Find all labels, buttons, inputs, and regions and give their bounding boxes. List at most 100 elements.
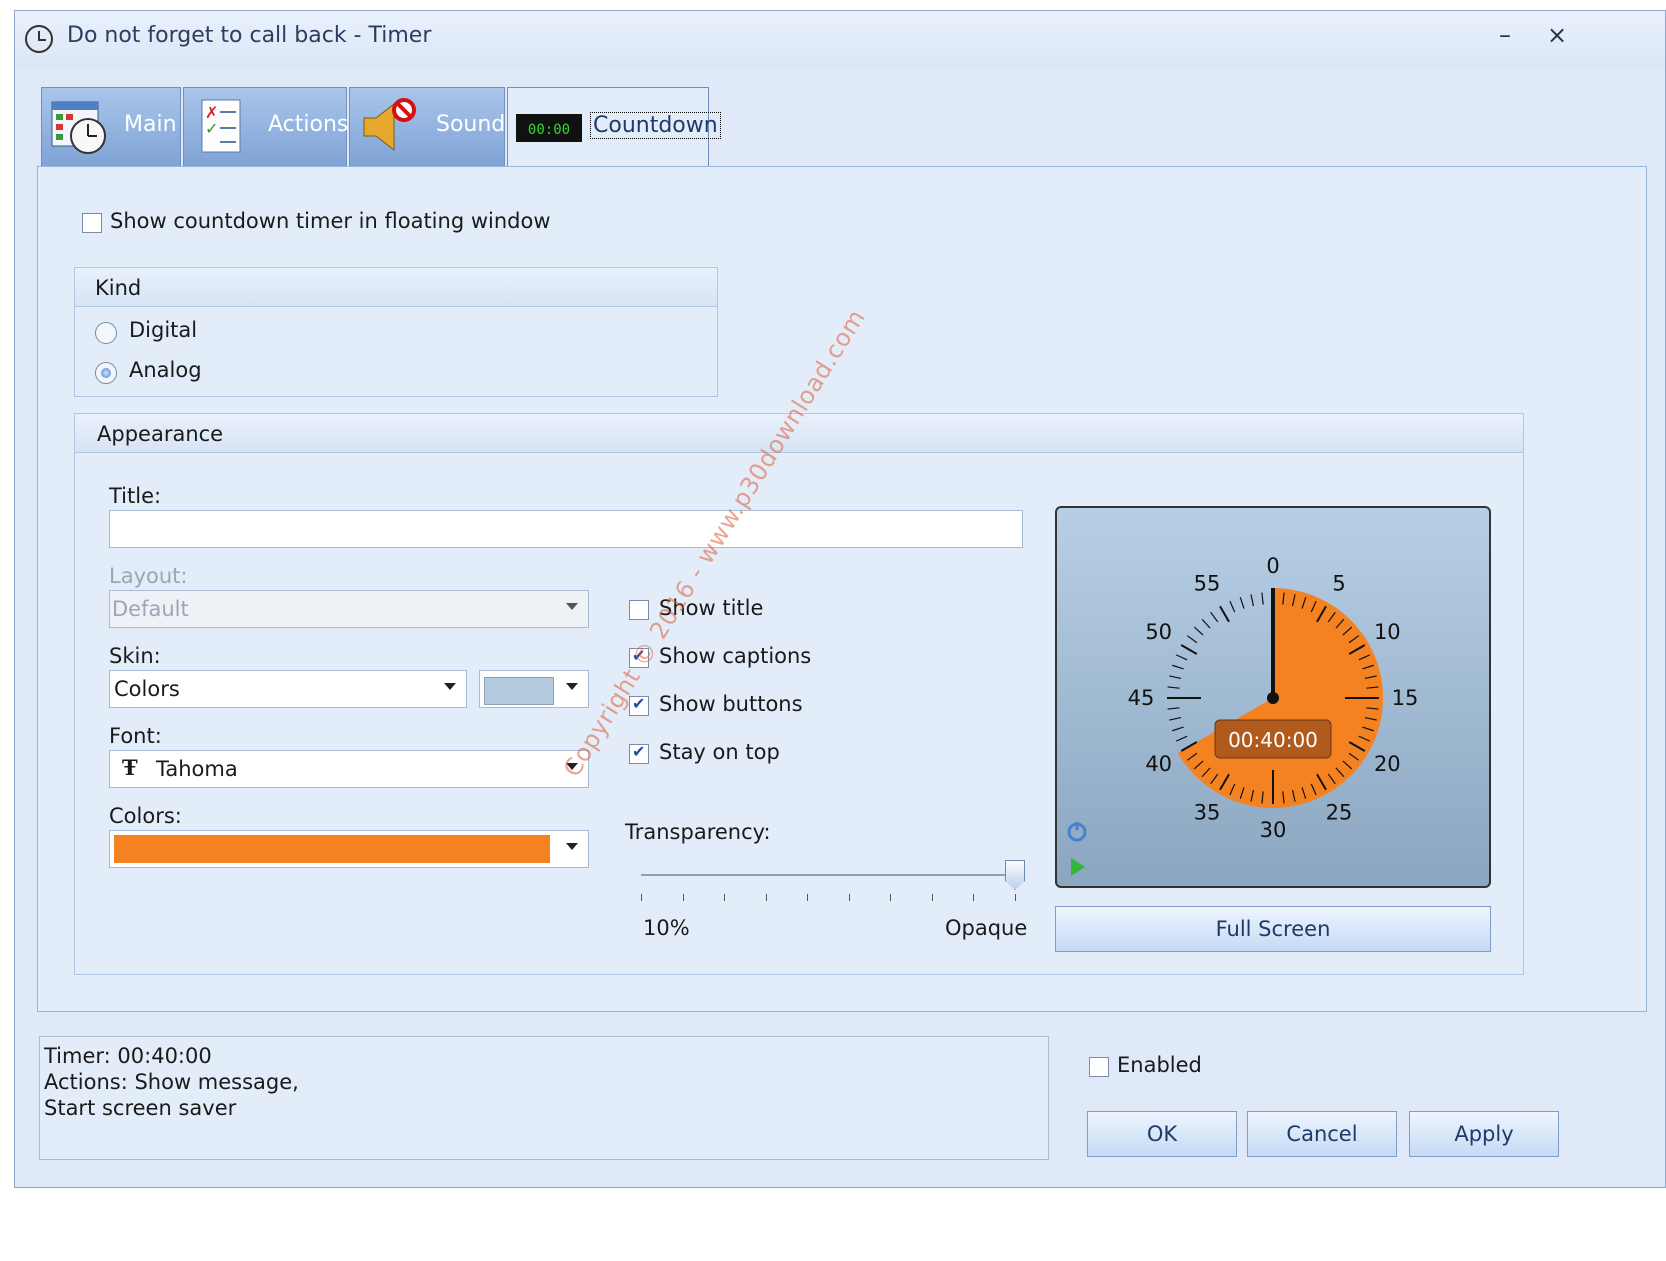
analog-radio[interactable]	[95, 362, 117, 384]
show-buttons-label: Show buttons	[659, 692, 803, 716]
kind-group-title: Kind	[95, 276, 142, 300]
chevron-down-icon	[566, 843, 578, 850]
dial-time-text: 00:40:00	[1228, 728, 1318, 752]
checklist-icon: ✗ ✓	[201, 99, 241, 153]
colors-label: Colors:	[109, 804, 182, 828]
full-screen-button[interactable]: Full Screen	[1055, 906, 1491, 952]
stay-on-top-checkbox[interactable]	[629, 742, 649, 764]
dial-label: 35	[1194, 800, 1221, 824]
show-buttons-checkbox[interactable]	[629, 694, 649, 716]
analog-timer-preview: 0 5 10 15 20 25 30 35 40 45 50 55 00:40:00	[1055, 506, 1491, 888]
skin-color-swatch	[484, 677, 554, 705]
dial-label: 55	[1194, 572, 1221, 596]
title-field-label: Title:	[109, 484, 162, 508]
digital-display-icon: 00:00	[516, 114, 582, 142]
transparency-slider-thumb[interactable]	[1005, 860, 1025, 890]
speaker-muted-icon	[363, 98, 416, 152]
transparency-max-label: Opaque	[945, 916, 1028, 940]
stay-on-top-label: Stay on top	[659, 740, 780, 764]
title-bar[interactable]: Do not forget to call back - Timer – ×	[15, 11, 1665, 67]
transparency-ticks	[641, 894, 1016, 904]
slider-tick	[641, 894, 642, 901]
summary-box: Timer: 00:40:00 Actions: Show message, S…	[39, 1036, 1049, 1160]
font-select[interactable]: Ŧ Tahoma	[109, 750, 589, 788]
dial-label: 40	[1145, 752, 1172, 776]
cancel-button[interactable]: Cancel	[1247, 1111, 1397, 1157]
appearance-group-title: Appearance	[97, 422, 224, 446]
slider-tick	[848, 894, 850, 901]
dial-tick	[1167, 686, 1180, 689]
font-label: Font:	[109, 724, 162, 748]
play-icon[interactable]	[1071, 858, 1085, 876]
analog-radio-label: Analog	[129, 358, 202, 382]
colors-select[interactable]	[109, 830, 589, 868]
title-input[interactable]	[109, 510, 1023, 548]
summary-line-actions: Actions: Show message,	[44, 1070, 299, 1094]
tab-actions-label: Actions	[268, 112, 349, 137]
tab-main[interactable]: Main	[41, 87, 181, 167]
chevron-down-icon	[566, 763, 578, 770]
dial-label: 15	[1392, 686, 1419, 710]
tab-sound[interactable]: Sound	[349, 87, 505, 167]
slider-tick	[682, 894, 684, 901]
slider-tick	[724, 894, 726, 901]
font-select-value: Tahoma	[156, 757, 238, 781]
floating-window-label: Show countdown timer in floating window	[110, 209, 551, 233]
skin-color-picker[interactable]	[479, 670, 589, 708]
show-title-checkbox[interactable]	[629, 600, 649, 620]
close-button[interactable]: ×	[1547, 21, 1567, 49]
dial-tick	[1175, 735, 1188, 742]
transparency-min-label: 10%	[643, 916, 690, 940]
skin-select[interactable]: Colors	[109, 670, 467, 708]
digital-radio-label: Digital	[129, 318, 198, 342]
tab-actions[interactable]: ✗ ✓ Actions	[183, 87, 349, 167]
skin-label: Skin:	[109, 644, 161, 668]
kind-group: Kind Digital Analog	[74, 267, 718, 397]
dial-label: 20	[1374, 752, 1401, 776]
ok-button[interactable]: OK	[1087, 1111, 1237, 1157]
transparency-label: Transparency:	[625, 820, 771, 844]
transparency-track	[641, 874, 1015, 876]
dial-tick	[1186, 635, 1198, 644]
colors-swatch	[114, 835, 550, 863]
dial-label: 45	[1128, 686, 1155, 710]
appearance-group: Appearance Title: Layout: Default Skin: …	[74, 413, 1524, 975]
dial-tick	[1175, 654, 1188, 661]
enabled-checkbox[interactable]	[1089, 1057, 1109, 1077]
enabled-label: Enabled	[1117, 1053, 1202, 1077]
apply-button[interactable]: Apply	[1409, 1111, 1559, 1157]
dial-tick	[1261, 592, 1264, 605]
timer-icon	[25, 25, 53, 53]
dial-tick	[1169, 716, 1182, 721]
truetype-font-icon: Ŧ	[122, 755, 138, 780]
slider-tick	[765, 894, 767, 901]
dial-label: 5	[1332, 572, 1345, 596]
layout-select: Default	[109, 590, 589, 628]
summary-line-screensaver: Start screen saver	[44, 1096, 237, 1120]
digital-radio[interactable]	[95, 322, 117, 344]
kind-group-header: Kind	[75, 268, 717, 307]
dial-tick	[1193, 626, 1204, 636]
dial-tick	[1172, 726, 1184, 732]
chevron-down-icon	[566, 603, 578, 610]
tab-main-label: Main	[124, 112, 177, 137]
tab-countdown-label: Countdown	[590, 112, 721, 139]
dial-tick	[1172, 664, 1184, 670]
minimize-button[interactable]: –	[1499, 21, 1511, 49]
tab-countdown[interactable]: 00:00 Countdown	[507, 87, 721, 171]
slider-tick	[807, 894, 809, 901]
dial-tick	[1201, 618, 1211, 629]
slider-tick	[973, 894, 975, 901]
slider-tick	[931, 894, 933, 901]
dial-tick	[1239, 597, 1245, 609]
reset-icon[interactable]	[1067, 822, 1087, 842]
slider-tick	[1015, 894, 1016, 901]
window-title: Do not forget to call back - Timer	[67, 23, 432, 48]
show-captions-checkbox[interactable]	[629, 646, 649, 668]
tab-sound-label: Sound	[436, 112, 506, 137]
floating-window-checkbox[interactable]	[82, 213, 102, 233]
analog-dial: 0 5 10 15 20 25 30 35 40 45 50 55 00:40:00	[1067, 554, 1419, 876]
dial-label: 50	[1145, 620, 1172, 644]
countdown-panel: Show countdown timer in floating window …	[37, 166, 1647, 1012]
show-captions-label: Show captions	[659, 644, 812, 668]
